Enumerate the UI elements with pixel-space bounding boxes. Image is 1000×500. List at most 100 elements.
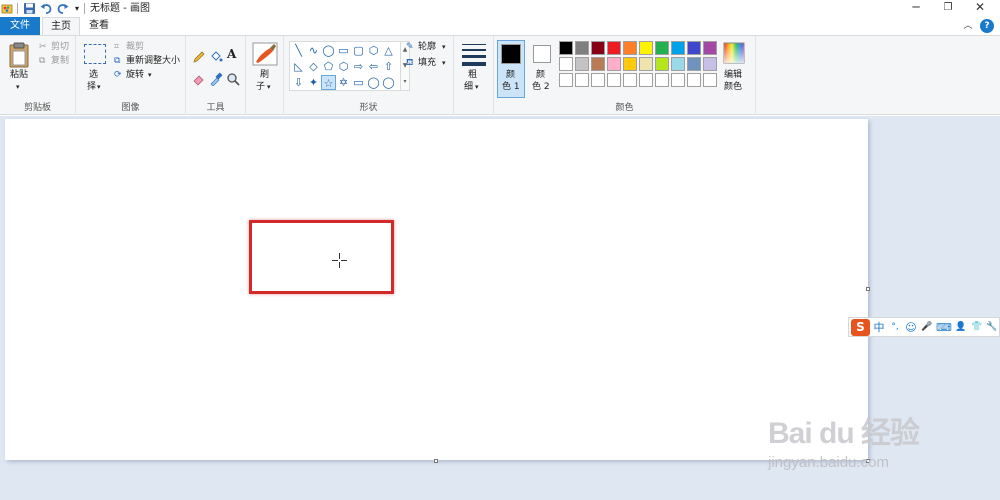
callout-rect-shape-icon[interactable]: ▭ (351, 75, 366, 90)
edit-colors-icon[interactable] (723, 42, 745, 64)
palette-swatch[interactable] (575, 73, 589, 87)
paste-label[interactable]: 粘贴 (10, 70, 28, 81)
palette-swatch[interactable] (655, 57, 669, 71)
copy-icon[interactable]: ⧉ (39, 56, 45, 67)
minimize-button[interactable]: ─ (900, 0, 932, 17)
crop-label[interactable]: 裁剪 (126, 42, 144, 53)
palette-swatch[interactable] (671, 57, 685, 71)
palette-swatch[interactable] (639, 57, 653, 71)
hexagon-shape-icon[interactable]: ⬡ (336, 59, 351, 74)
rounded-rectangle-shape-icon[interactable]: ▢ (351, 43, 366, 58)
five-point-star-shape-icon[interactable]: ☆ (321, 75, 336, 90)
palette-swatch[interactable] (623, 41, 637, 55)
right-triangle-shape-icon[interactable]: ◺ (291, 59, 306, 74)
four-point-star-shape-icon[interactable]: ✦ (306, 75, 321, 90)
fill-bucket-icon[interactable] (209, 50, 223, 64)
cut-label[interactable]: 剪切 (51, 42, 69, 53)
help-icon[interactable]: ? (980, 19, 994, 33)
redo-icon[interactable] (56, 2, 69, 15)
palette-swatch[interactable] (559, 41, 573, 55)
tab-home[interactable]: 主页 (42, 17, 80, 35)
canvas-resize-handle-right[interactable] (866, 287, 870, 291)
pencil-icon[interactable] (192, 50, 206, 64)
paste-dropdown-icon[interactable]: ▾ (16, 82, 20, 93)
palette-swatch[interactable] (591, 57, 605, 71)
rotate-dropdown-icon[interactable]: ▾ (148, 70, 152, 81)
select-label-top[interactable]: 选 (89, 70, 98, 81)
palette-swatch[interactable] (607, 57, 621, 71)
fill-dropdown-icon[interactable]: ▾ (442, 58, 446, 69)
palette-swatch[interactable] (671, 41, 685, 55)
ime-skin-icon[interactable]: 👕 (970, 319, 984, 336)
ime-keyboard-icon[interactable]: ⌨ (936, 319, 952, 336)
edit-colors-label-bottom[interactable]: 颜色 (724, 82, 742, 93)
outline-dropdown-icon[interactable]: ▾ (442, 42, 446, 53)
select-label-bottom[interactable]: 择 (87, 82, 96, 93)
collapse-ribbon-icon[interactable]: ︿ (962, 20, 974, 32)
color-picker-icon[interactable] (209, 72, 223, 86)
palette-swatch[interactable] (687, 73, 701, 87)
select-dropdown-icon[interactable]: ▾ (97, 82, 101, 93)
palette-swatch[interactable] (671, 73, 685, 87)
palette-swatch[interactable] (607, 73, 621, 87)
edit-colors-label-top[interactable]: 编辑 (724, 70, 742, 81)
palette-swatch[interactable] (703, 41, 717, 55)
brush-label-top[interactable]: 刷 (260, 70, 269, 81)
quick-access-dropdown[interactable]: ▾ (72, 2, 82, 15)
crop-icon[interactable]: ⌗ (114, 42, 119, 53)
paint-app-icon[interactable] (1, 2, 14, 15)
ime-punct-toggle[interactable]: °, (888, 319, 902, 336)
copy-label[interactable]: 复制 (51, 56, 69, 67)
palette-swatch[interactable] (655, 41, 669, 55)
six-point-star-shape-icon[interactable]: ✡ (336, 75, 351, 90)
ime-emoji-icon[interactable]: ☺ (904, 319, 918, 336)
color2-label-bottom[interactable]: 色 2 (532, 82, 550, 93)
callout-oval-shape-icon[interactable]: ◯ (366, 75, 381, 90)
palette-swatch[interactable] (591, 73, 605, 87)
close-button[interactable]: ✕ (964, 0, 996, 17)
polygon-shape-icon[interactable]: ⬡ (366, 43, 381, 58)
curve-shape-icon[interactable]: ∿ (306, 43, 321, 58)
brush-icon[interactable] (252, 42, 278, 66)
brush-label-bottom[interactable]: 子 (256, 82, 265, 93)
palette-swatch[interactable] (703, 73, 717, 87)
rotate-label[interactable]: 旋转 (126, 70, 144, 81)
eraser-icon[interactable] (192, 72, 206, 86)
ime-mode-toggle[interactable]: 中 (872, 319, 886, 336)
palette-swatch[interactable] (623, 73, 637, 87)
fill-label[interactable]: 填充 (418, 58, 436, 69)
callout-cloud-shape-icon[interactable]: ◯ (381, 75, 396, 90)
palette-swatch[interactable] (703, 57, 717, 71)
palette-swatch[interactable] (575, 57, 589, 71)
palette-swatch[interactable] (655, 73, 669, 87)
ime-voice-icon[interactable]: 🎤 (920, 319, 934, 336)
color1-button[interactable]: 颜 色 1 (497, 40, 525, 98)
size-label-top[interactable]: 粗 (468, 70, 477, 81)
text-tool-icon[interactable]: A (227, 48, 236, 60)
tab-view[interactable]: 查看 (82, 17, 116, 35)
palette-swatch[interactable] (591, 41, 605, 55)
drawing-canvas[interactable] (5, 119, 868, 460)
left-arrow-shape-icon[interactable]: ⇦ (366, 59, 381, 74)
color2-swatch[interactable] (533, 45, 551, 63)
maximize-button[interactable]: ❐ (932, 0, 964, 17)
undo-icon[interactable] (40, 2, 53, 15)
ime-settings-icon[interactable]: 🔧 (985, 319, 999, 336)
canvas-resize-handle-bottom[interactable] (434, 459, 438, 463)
outline-label[interactable]: 轮廓 (418, 42, 436, 53)
tab-file[interactable]: 文件 (0, 17, 40, 35)
palette-swatch[interactable] (639, 73, 653, 87)
palette-swatch[interactable] (559, 73, 573, 87)
pentagon-shape-icon[interactable]: ⬠ (321, 59, 336, 74)
paste-icon[interactable] (9, 42, 29, 68)
save-icon[interactable] (23, 2, 36, 15)
rotate-icon[interactable]: ⟳ (114, 70, 122, 81)
right-arrow-shape-icon[interactable]: ⇨ (351, 59, 366, 74)
magnifier-icon[interactable] (226, 72, 240, 86)
palette-swatch[interactable] (607, 41, 621, 55)
down-arrow-shape-icon[interactable]: ⇩ (291, 75, 306, 90)
resize-label[interactable]: 重新调整大小 (126, 56, 180, 67)
color2-label-top[interactable]: 颜 (536, 70, 545, 81)
resize-icon[interactable]: ⧉ (114, 56, 120, 67)
brush-dropdown-icon[interactable]: ▾ (267, 82, 271, 93)
